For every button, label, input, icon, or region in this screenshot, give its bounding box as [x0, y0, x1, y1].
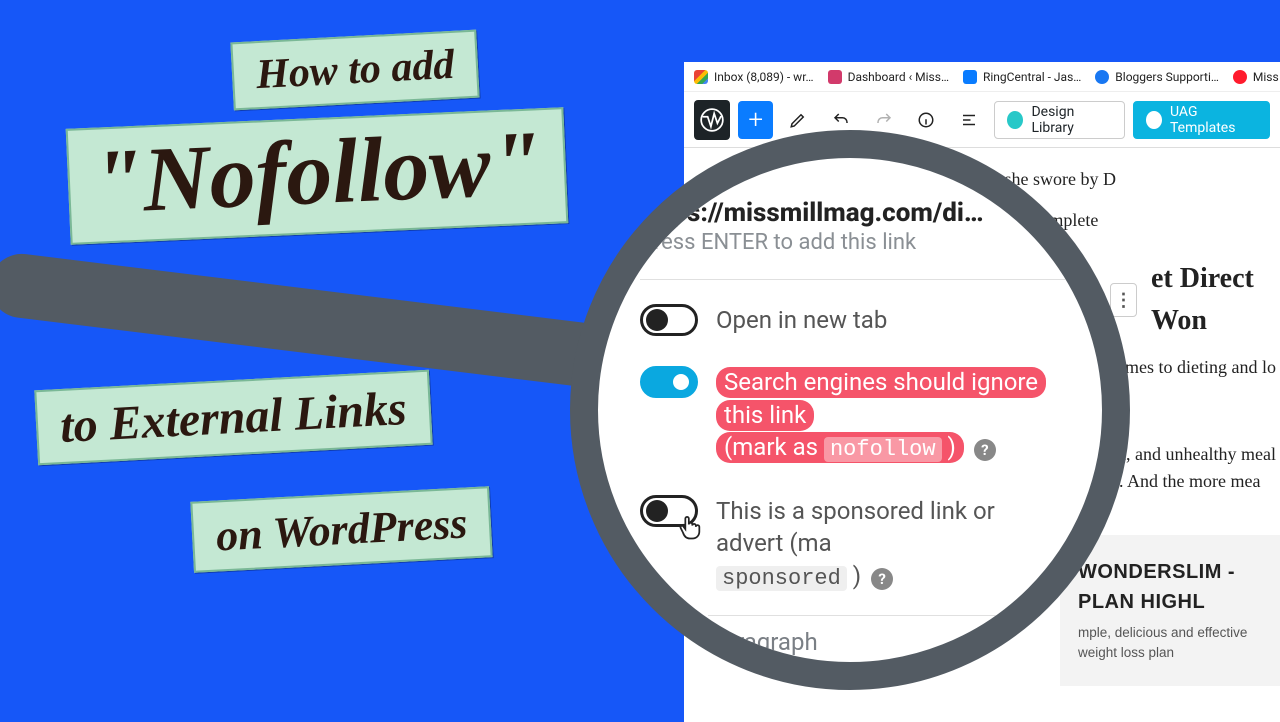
- divider: [640, 279, 1068, 280]
- browser-tabs: Inbox (8,089) - wr… Dashboard ‹ Miss… Ri…: [684, 62, 1280, 92]
- sponsored-label: This is a sponsored link or advert (ma s…: [716, 495, 1068, 593]
- sponsored-row: This is a sponsored link or advert (ma s…: [640, 495, 1068, 593]
- tab-gmail[interactable]: Inbox (8,089) - wr…: [694, 70, 814, 84]
- design-library-label: Design Library: [1031, 104, 1111, 136]
- doc-heading[interactable]: et Direct Won: [1151, 258, 1280, 342]
- opera-icon: [1233, 70, 1247, 84]
- open-new-tab-toggle[interactable]: [640, 304, 698, 336]
- wordpress-logo[interactable]: [694, 100, 730, 140]
- add-block-button[interactable]: +: [738, 101, 773, 139]
- open-new-tab-label: Open in new tab: [716, 304, 1068, 336]
- nofollow-toggle[interactable]: [640, 366, 698, 398]
- magnifier-lens: https://missmillmag.com/di… Press ENTER …: [570, 130, 1130, 690]
- tab-label: Bloggers Supporti…: [1115, 70, 1219, 84]
- uag-templates-label: UAG Templates: [1170, 104, 1257, 136]
- help-icon[interactable]: ?: [871, 568, 893, 590]
- facebook-icon: [1095, 70, 1109, 84]
- wonderslim-title: WONDERSLIM - PLAN HIGHL: [1078, 557, 1262, 617]
- tab-label: Miss M: [1253, 70, 1280, 84]
- tab-ringcentral[interactable]: RingCentral - Jas…: [963, 70, 1081, 84]
- link-settings-popover: https://missmillmag.com/di… Press ENTER …: [598, 158, 1102, 662]
- nofollow-row: Search engines should ignore this link (…: [640, 366, 1068, 464]
- tab-label: RingCentral - Jas…: [983, 70, 1081, 84]
- uag-templates-button[interactable]: UAG Templates: [1133, 101, 1270, 139]
- cursor-pointer-icon: [676, 513, 704, 543]
- wonderslim-subtitle: mple, delicious and effective weight los…: [1078, 623, 1262, 664]
- tab-bloggers[interactable]: Bloggers Supporti…: [1095, 70, 1219, 84]
- title-line-4: on WordPress: [190, 486, 493, 573]
- uag-icon: [1146, 111, 1162, 129]
- doc-heading-row: ⋮ et Direct Won: [1110, 258, 1280, 342]
- design-library-icon: [1007, 111, 1023, 129]
- ringcentral-icon: [963, 70, 977, 84]
- tab-label: Dashboard ‹ Miss…: [848, 70, 949, 84]
- nofollow-label: Search engines should ignore this link (…: [716, 366, 1068, 464]
- tab-missm[interactable]: Miss M: [1233, 70, 1280, 84]
- link-url-hint: Press ENTER to add this link: [640, 230, 1068, 255]
- link-url-input[interactable]: https://missmillmag.com/di…: [640, 198, 1068, 228]
- info-button[interactable]: [909, 101, 944, 139]
- gmail-icon: [694, 70, 708, 84]
- design-library-button[interactable]: Design Library: [994, 101, 1125, 139]
- block-type-indicator[interactable]: Paragraph: [708, 615, 1061, 656]
- title-line-2: "Nofollow": [66, 107, 568, 245]
- tab-dashboard[interactable]: Dashboard ‹ Miss…: [828, 70, 949, 84]
- title-line-1: How to add: [230, 30, 480, 111]
- open-new-tab-row: Open in new tab: [640, 304, 1068, 336]
- block-options-button[interactable]: ⋮: [1110, 283, 1137, 317]
- wordpress-tab-icon: [828, 70, 842, 84]
- outline-button[interactable]: [952, 101, 987, 139]
- help-icon[interactable]: ?: [974, 439, 996, 461]
- tab-label: Inbox (8,089) - wr…: [714, 70, 814, 84]
- title-line-3: to External Links: [34, 370, 432, 466]
